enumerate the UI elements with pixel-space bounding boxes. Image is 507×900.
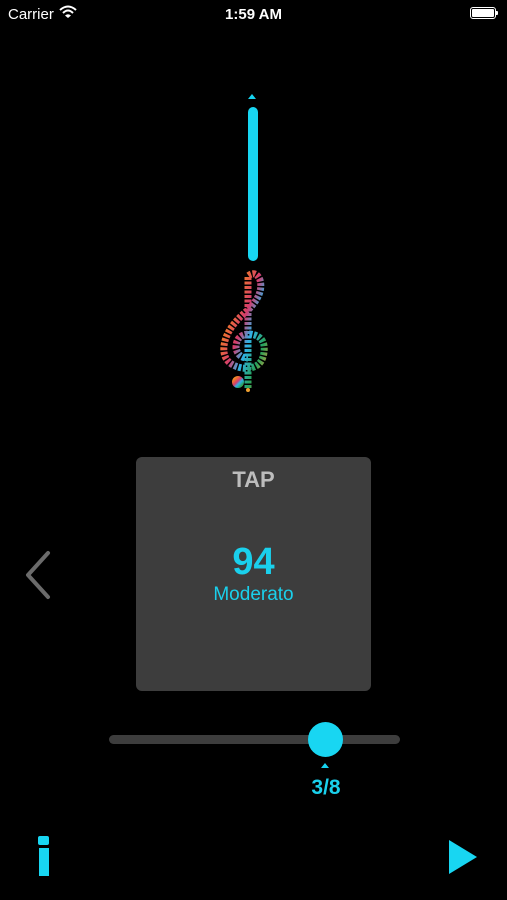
play-icon bbox=[449, 840, 477, 874]
pendulum-arm bbox=[248, 107, 258, 261]
time-signature-value: 3/8 bbox=[311, 776, 341, 799]
previous-button[interactable] bbox=[20, 545, 60, 605]
time-signature-slider-track[interactable] bbox=[109, 735, 400, 744]
info-button[interactable] bbox=[34, 836, 54, 878]
battery-icon bbox=[470, 7, 498, 19]
bpm-value: 94 bbox=[232, 541, 275, 583]
treble-clef-icon bbox=[220, 270, 268, 392]
tempo-marking: Moderato bbox=[213, 584, 294, 605]
status-time: 1:59 AM bbox=[225, 6, 282, 23]
time-signature-slider-thumb[interactable] bbox=[308, 722, 343, 757]
tap-tempo-pad[interactable]: TAP 94 Moderato bbox=[136, 457, 371, 691]
pendulum-weight-marker bbox=[248, 94, 256, 99]
status-bar: Carrier 1:59 AM bbox=[0, 0, 507, 28]
slider-pointer-marker bbox=[321, 763, 329, 768]
play-button[interactable] bbox=[449, 840, 477, 874]
chevron-left-icon bbox=[26, 551, 50, 599]
tap-label: TAP bbox=[232, 467, 275, 492]
